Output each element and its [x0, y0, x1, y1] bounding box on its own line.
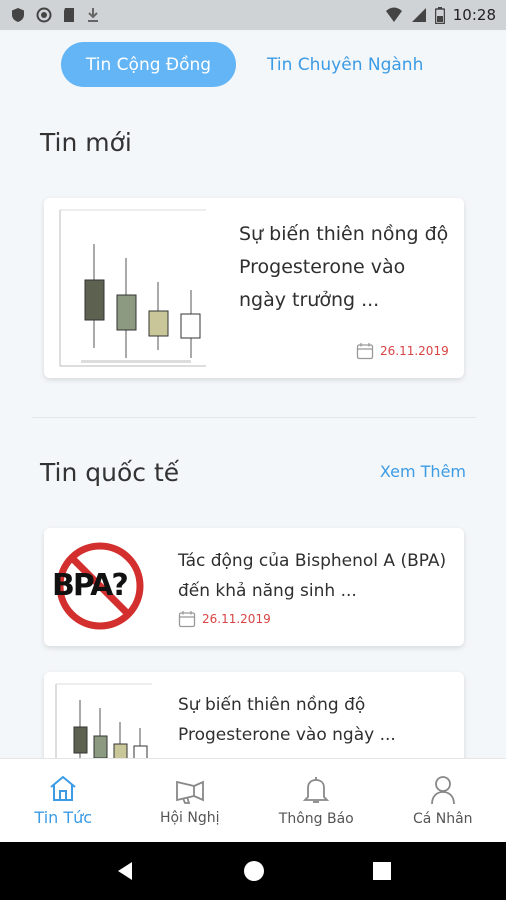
- record-icon: [36, 7, 52, 23]
- boxplot-thumbnail: [56, 208, 218, 368]
- section-divider: [32, 417, 476, 418]
- date-text: 26.11.2019: [202, 612, 271, 626]
- signal-icon: [411, 8, 426, 22]
- article-date: 26.11.2019: [178, 610, 271, 628]
- back-icon[interactable]: [114, 860, 136, 882]
- article-card[interactable]: Sự biến thiên nồng độ Progesterone vào n…: [44, 672, 464, 758]
- calendar-icon: [178, 611, 196, 628]
- article-title: Tác động của Bisphenol A (BPA) đến khả n…: [178, 551, 447, 601]
- date-text: 26.11.2019: [380, 344, 449, 358]
- bpa-thumb-text: BPA?: [52, 568, 129, 603]
- article-card[interactable]: BPA? Tác động của Bisphenol A (BPA) đến …: [44, 528, 464, 646]
- recents-icon[interactable]: [372, 861, 392, 881]
- see-more-link[interactable]: Xem Thêm: [380, 462, 466, 481]
- download-icon: [88, 8, 98, 22]
- sd-card-icon: [64, 8, 74, 22]
- clock: 10:28: [452, 6, 496, 24]
- nav-label: Thông Báo: [278, 810, 354, 827]
- nav-conference[interactable]: Hội Nghị: [127, 759, 254, 842]
- wifi-icon: [385, 7, 402, 22]
- nav-label: Tin Tức: [34, 808, 93, 827]
- boxplot-thumbnail: [52, 682, 156, 758]
- home-icon: [50, 775, 76, 801]
- main-content: Tin Cộng Đồng Tin Chuyên Ngành Tin mới S…: [0, 30, 506, 758]
- category-tabs: Tin Cộng Đồng Tin Chuyên Ngành: [61, 42, 423, 87]
- home-button-icon[interactable]: [243, 860, 265, 882]
- nav-label: Cá Nhân: [412, 810, 473, 827]
- bell-icon: [303, 776, 330, 803]
- system-navigation-bar: [0, 842, 506, 900]
- featured-article-title: Sự biến thiên nồng độ Progesterone vào n…: [239, 223, 449, 311]
- calendar-icon: [356, 343, 374, 360]
- section-title-new: Tin mới: [40, 128, 132, 157]
- battery-icon: [434, 6, 445, 24]
- nav-label: Hội Nghị: [159, 809, 220, 826]
- featured-article-card[interactable]: Sự biến thiên nồng độ Progesterone vào n…: [44, 198, 464, 378]
- section-title-international: Tin quốc tế: [40, 458, 180, 487]
- person-icon: [430, 775, 455, 804]
- shield-icon: [12, 8, 24, 22]
- status-bar: 10:28: [0, 0, 506, 30]
- megaphone-icon: [175, 780, 204, 804]
- featured-article-date: 26.11.2019: [356, 342, 449, 360]
- nav-news[interactable]: Tin Tức: [0, 759, 127, 842]
- bottom-navigation: Tin Tức Hội Nghị Thông Báo Cá Nhân: [0, 758, 506, 842]
- tab-specialized-news[interactable]: Tin Chuyên Ngành: [267, 55, 423, 75]
- tab-community-news[interactable]: Tin Cộng Đồng: [61, 42, 236, 87]
- nav-notifications[interactable]: Thông Báo: [253, 759, 380, 842]
- article-title: Sự biến thiên nồng độ Progesterone vào n…: [178, 695, 396, 745]
- nav-profile[interactable]: Cá Nhân: [380, 759, 506, 842]
